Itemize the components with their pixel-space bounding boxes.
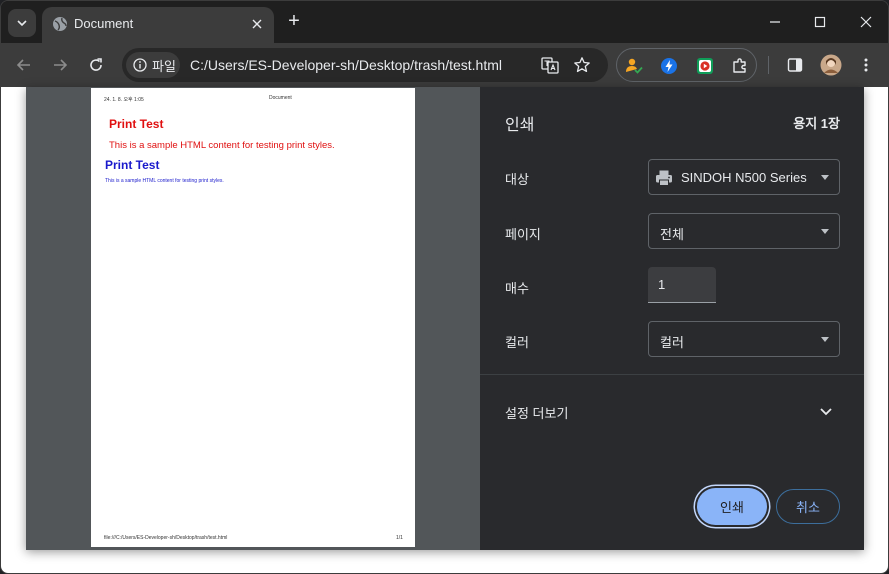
browser-window: Document + 파일 C:/Users/ES-Developer-sh/D… [0, 0, 889, 574]
puzzle-icon [733, 58, 746, 73]
preview-heading-blue: Print Test [105, 158, 160, 172]
destination-value: SINDOH N500 Series PC [681, 170, 809, 185]
user-check-icon [626, 58, 643, 74]
tab-strip: Document + [1, 1, 888, 43]
extension-bolt[interactable] [659, 56, 679, 76]
arrow-right-icon [54, 59, 68, 71]
cancel-button[interactable]: 취소 [776, 489, 840, 524]
pages-label: 페이지 [505, 227, 541, 242]
print-settings-panel: 인쇄 용지 1장 대상 SINDOH N500 Series PC 페이지 전체… [480, 87, 864, 550]
color-value: 컬러 [660, 335, 684, 350]
preview-footer-path: file:///C:/Users/ES-Developer-sh/Desktop… [104, 535, 228, 541]
address-bar[interactable]: 파일 C:/Users/ES-Developer-sh/Desktop/tras… [122, 48, 608, 82]
url-text[interactable]: C:/Users/ES-Developer-sh/Desktop/trash/t… [190, 57, 502, 73]
arrow-left-icon [16, 59, 30, 71]
bookmark-button[interactable] [572, 55, 592, 75]
chevron-down-icon[interactable] [818, 403, 834, 419]
close-icon [252, 19, 262, 29]
copies-label: 매수 [505, 281, 529, 296]
globe-icon [53, 17, 67, 31]
pages-value: 전체 [660, 227, 684, 242]
color-select[interactable]: 컬러 [648, 321, 840, 357]
more-settings-toggle[interactable]: 설정 더보기 [505, 403, 568, 422]
new-tab-button[interactable]: + [282, 10, 306, 34]
forward-button[interactable] [46, 51, 74, 79]
extension-video[interactable] [695, 56, 715, 76]
bolt-icon [661, 58, 677, 74]
site-info-chip[interactable]: 파일 [126, 52, 180, 78]
close-icon [860, 16, 872, 28]
sheet-count: 용지 1장 [793, 116, 840, 131]
copies-input[interactable]: 1 [648, 267, 716, 303]
pages-select[interactable]: 전체 [648, 213, 840, 249]
preview-paragraph-red: This is a sample HTML content for testin… [109, 140, 335, 151]
destination-select[interactable]: SINDOH N500 Series PC [648, 159, 840, 195]
dropdown-caret-icon [821, 175, 829, 180]
preview-header-title: Document [269, 95, 292, 101]
preview-paragraph-blue: This is a sample HTML content for testin… [105, 178, 224, 184]
printer-icon [656, 170, 672, 186]
minimize-icon [770, 21, 780, 23]
star-icon [574, 57, 590, 73]
back-button[interactable] [10, 51, 38, 79]
side-panel-icon [787, 58, 803, 72]
dropdown-caret-icon [821, 229, 829, 234]
play-icon [697, 58, 713, 74]
extension-user-check[interactable] [624, 56, 644, 76]
tab-title: Document [74, 16, 134, 31]
copies-value: 1 [658, 277, 666, 292]
minimize-button[interactable] [753, 7, 797, 37]
maximize-button[interactable] [798, 7, 842, 37]
toolbar-divider [768, 56, 769, 74]
preview-footer-page: 1/1 [396, 535, 403, 541]
extensions-group [616, 48, 757, 82]
info-icon [133, 58, 147, 72]
dropdown-caret-icon [821, 337, 829, 342]
tab-search-button[interactable] [8, 9, 36, 37]
profile-button[interactable] [817, 51, 845, 79]
translate-button[interactable] [540, 55, 560, 75]
extensions-menu-button[interactable] [730, 56, 750, 76]
print-dialog: 24. 1. 8. 오후 1:05 Document Print Test Th… [26, 87, 864, 550]
print-title: 인쇄 [505, 117, 535, 134]
site-chip-label: 파일 [152, 58, 176, 74]
more-vertical-icon [864, 58, 868, 72]
destination-label: 대상 [505, 172, 529, 187]
chevron-down-icon [17, 20, 27, 27]
reload-icon [90, 58, 102, 71]
toolbar: 파일 C:/Users/ES-Developer-sh/Desktop/tras… [1, 43, 888, 87]
preview-page: 24. 1. 8. 오후 1:05 Document Print Test Th… [91, 88, 415, 547]
preview-heading-red: Print Test [109, 117, 164, 131]
reload-button[interactable] [82, 51, 110, 79]
close-window-button[interactable] [844, 7, 888, 37]
color-label: 컬러 [505, 335, 529, 350]
translate-icon [541, 57, 559, 74]
print-button[interactable]: 인쇄 [697, 488, 767, 525]
side-panel-button[interactable] [781, 51, 809, 79]
tab-close-button[interactable] [247, 14, 267, 34]
browser-menu-button[interactable] [852, 51, 880, 79]
tab-document[interactable]: Document [42, 7, 274, 43]
settings-divider [480, 374, 864, 375]
preview-header-date: 24. 1. 8. 오후 1:05 [104, 97, 144, 103]
print-preview-area: 24. 1. 8. 오후 1:05 Document Print Test Th… [26, 87, 480, 550]
maximize-icon [814, 16, 826, 28]
avatar [820, 54, 842, 76]
